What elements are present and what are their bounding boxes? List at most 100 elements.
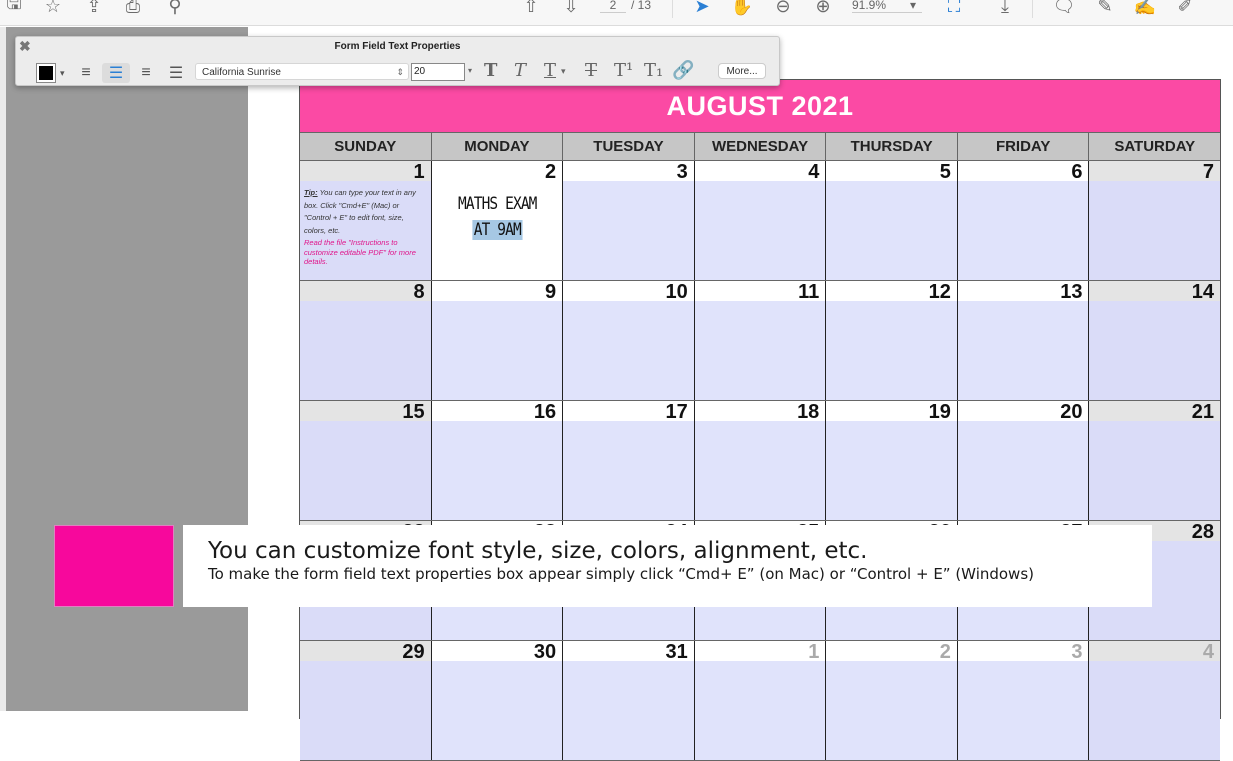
day-number: 10 (563, 281, 694, 303)
subscript-icon[interactable]: T₁ (644, 60, 663, 81)
day-cell[interactable]: 4 (694, 161, 827, 280)
day-cell[interactable]: 2 (826, 641, 958, 760)
day-cell[interactable]: 2 MATHS EXAM AT 9AM (431, 161, 564, 280)
day-cell[interactable]: 5 (826, 161, 958, 280)
day-cell[interactable]: 21 (1089, 401, 1221, 520)
day-cell[interactable]: 7 (1089, 161, 1221, 280)
calendar-week: 29 30 31 1 2 3 4 (300, 641, 1221, 761)
comment-icon[interactable]: 🗨 (1052, 0, 1076, 18)
day-cell[interactable]: 3 (957, 641, 1090, 760)
day-cell[interactable]: 19 (826, 401, 958, 520)
event-text-field[interactable]: MATHS EXAM AT 9AM (441, 191, 552, 243)
star-icon[interactable]: ☆ (41, 0, 65, 18)
align-justify-icon[interactable]: ☰ (164, 63, 188, 83)
day-cell[interactable]: 29 (300, 641, 432, 760)
page-number-input[interactable]: 2 (600, 0, 626, 13)
day-cell[interactable]: 10 (563, 281, 695, 400)
align-right-icon[interactable]: ≡ (134, 63, 158, 83)
day-number: 4 (694, 161, 826, 183)
day-number: 29 (300, 641, 431, 663)
day-number-next-month: 2 (826, 641, 957, 663)
strikethrough-icon[interactable]: T (585, 60, 597, 81)
color-dropdown-arrow-icon[interactable]: ▾ (60, 63, 65, 83)
underline-icon[interactable]: T (544, 60, 556, 81)
underline-dropdown-icon[interactable]: ▾ (561, 67, 566, 77)
day-cell[interactable]: 13 (957, 281, 1090, 400)
print-icon[interactable]: ⎙ (121, 0, 145, 18)
day-number: 7 (1089, 161, 1221, 183)
day-cell[interactable]: 31 (563, 641, 695, 760)
day-cell[interactable]: 6 (957, 161, 1090, 280)
document-background (6, 27, 248, 711)
day-number: 11 (694, 281, 826, 303)
zoom-level-select[interactable]: 91.9% ▾ (852, 0, 922, 13)
text-color-button[interactable] (36, 63, 56, 83)
toolbar-divider (1032, 0, 1033, 18)
save-icon[interactable]: 🖫 (2, 0, 26, 18)
day-cell[interactable]: 3 (563, 161, 695, 280)
zoom-level-value: 91.9% (852, 0, 887, 12)
fit-page-icon[interactable]: ⛶ (942, 0, 966, 18)
day-cell[interactable]: 18 (694, 401, 827, 520)
page-total: / 13 (631, 0, 652, 12)
align-left-icon[interactable]: ≡ (74, 63, 98, 83)
day-cell[interactable]: 9 (431, 281, 564, 400)
day-cell[interactable]: 8 (300, 281, 432, 400)
superscript-icon[interactable]: T¹ (614, 60, 633, 81)
day-number: 16 (431, 401, 563, 423)
day-number: 17 (563, 401, 694, 423)
scroll-mode-icon[interactable]: ⤓ (993, 0, 1017, 18)
day-cell[interactable]: 30 (431, 641, 564, 760)
day-cell[interactable]: 12 (826, 281, 958, 400)
chevron-down-icon: ▾ (909, 0, 916, 12)
weekday-header: SUNDAY MONDAY TUESDAY WEDNESDAY THURSDAY… (300, 132, 1220, 161)
hand-tool-icon[interactable]: ✋ (730, 0, 754, 18)
day-cell[interactable]: 1 Tip: You can type your text in any box… (300, 161, 432, 280)
day-number-next-month: 3 (957, 641, 1089, 663)
zoom-out-icon[interactable]: ⊖ (771, 0, 795, 18)
zoom-in-icon[interactable]: ⊕ (811, 0, 835, 18)
day-cell[interactable]: 17 (563, 401, 695, 520)
zoom-search-icon[interactable]: ⚲ (163, 0, 187, 18)
day-cell[interactable]: 20 (957, 401, 1090, 520)
day-number: 19 (826, 401, 957, 423)
day-cell[interactable]: 15 (300, 401, 432, 520)
day-number: 9 (431, 281, 563, 303)
link-icon[interactable]: 🔗 (672, 60, 694, 81)
font-size-input[interactable]: 20 (411, 63, 465, 81)
align-center-icon[interactable]: ☰ (102, 63, 130, 83)
italic-icon[interactable]: T (514, 60, 526, 81)
select-arrows-icon: ⇕ (396, 67, 404, 77)
day-number: 12 (826, 281, 957, 303)
upload-icon[interactable]: ⇪ (82, 0, 106, 18)
day-cell[interactable]: 11 (694, 281, 827, 400)
day-number-next-month: 4 (1089, 641, 1221, 663)
day-cell[interactable]: 4 (1089, 641, 1221, 760)
day-number: 3 (563, 161, 694, 183)
sign-icon[interactable]: ✍ (1133, 0, 1157, 18)
weekday-label: TUESDAY (563, 133, 695, 160)
caption-main-text: You can customize font style, size, colo… (208, 538, 868, 564)
page-down-icon[interactable]: ⇩ (559, 0, 583, 18)
weekday-label: SUNDAY (300, 133, 432, 160)
tip-text-field[interactable]: Tip: You can type your text in any box. … (304, 187, 427, 267)
font-size-dropdown-icon[interactable]: ▾ (468, 66, 472, 75)
panel-title: Form Field Text Properties (334, 41, 461, 52)
calendar-week: 8 9 10 11 12 13 14 (300, 281, 1221, 401)
select-tool-icon[interactable]: ➤ (690, 0, 714, 18)
day-number: 1 (300, 161, 431, 183)
highlight-icon[interactable]: ✎ (1093, 0, 1117, 18)
calendar-page: AUGUST 2021 SUNDAY MONDAY TUESDAY WEDNES… (299, 79, 1221, 761)
caption-color-swatch (54, 525, 174, 607)
more-button[interactable]: More... (718, 63, 766, 79)
page-up-icon[interactable]: ⇧ (519, 0, 543, 18)
fill-sign-icon[interactable]: ✐ (1173, 0, 1197, 18)
font-family-select[interactable]: California Sunrise ⇕ (195, 63, 409, 80)
bold-icon[interactable]: T (484, 60, 497, 81)
day-cell[interactable]: 14 (1089, 281, 1221, 400)
font-family-value: California Sunrise (202, 67, 281, 78)
event-line-1: MATHS EXAM (457, 194, 537, 214)
day-cell[interactable]: 16 (431, 401, 564, 520)
day-cell[interactable]: 1 (694, 641, 827, 760)
tip-label: Tip: (304, 188, 318, 197)
